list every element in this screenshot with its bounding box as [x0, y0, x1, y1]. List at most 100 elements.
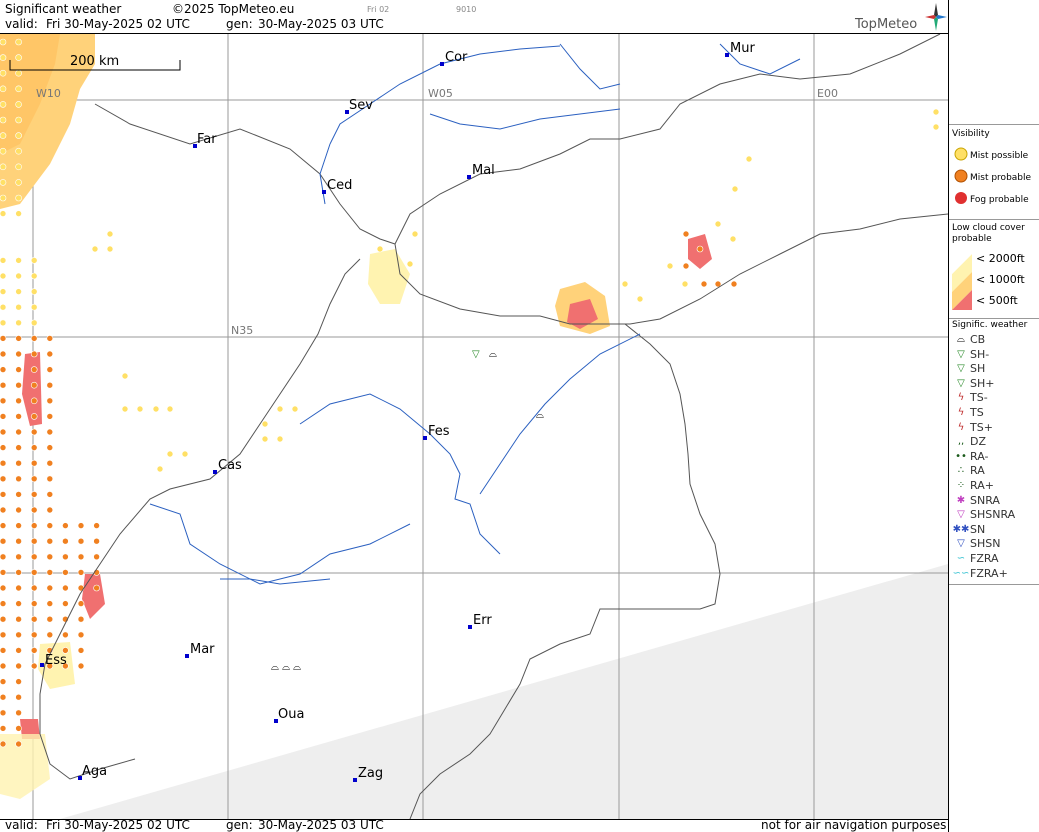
mist-dot	[682, 262, 690, 270]
tiny-code: 9010	[456, 5, 477, 14]
mist-dot	[62, 569, 69, 576]
valid-label: valid:	[5, 17, 38, 31]
mist-dot	[0, 693, 7, 701]
valid-value: Fri 30-May-2025 02 UTC	[46, 17, 190, 31]
mist-dot	[46, 569, 54, 576]
sigwx-code: RA	[970, 464, 985, 478]
legend-fog-probable: Fog probable	[952, 191, 1029, 208]
mist-dot	[136, 405, 144, 413]
sigwx-code: SHSN	[970, 537, 1001, 551]
mist-dot	[0, 475, 7, 483]
mist-dot	[0, 615, 7, 623]
mist-dot	[0, 553, 7, 561]
mist-dot	[30, 366, 38, 373]
legend-mist-probable: Mist probable	[952, 169, 1031, 186]
mist-dot	[30, 413, 38, 420]
mist-dot	[106, 230, 114, 238]
city-mar: Mar	[190, 642, 215, 657]
mist-dot	[15, 101, 22, 108]
sigwx-code: FZRA+	[970, 566, 1008, 580]
mist-dot	[30, 491, 38, 498]
gen-value: 30-May-2025 03 UTC	[258, 17, 384, 31]
weather-map[interactable]: 200 km W10 W05 E00 N35 Cor Mur Sev Far M…	[0, 33, 948, 820]
mist-dot	[46, 459, 54, 467]
mist-dot	[15, 725, 22, 732]
sigwx-code: SNRA	[970, 493, 1000, 507]
mist-dot	[156, 465, 164, 473]
gen-label: gen:	[226, 17, 253, 31]
mist-dot	[0, 38, 7, 46]
mist-dot	[15, 647, 22, 654]
mist-dot	[62, 522, 69, 529]
mist-dot	[15, 381, 22, 389]
mist-dot	[0, 725, 7, 732]
mist-dot	[15, 288, 22, 295]
mist-dot	[0, 631, 7, 639]
mist-dot	[15, 444, 22, 451]
sigwx-code: TS	[970, 406, 984, 419]
mist-dot	[729, 235, 737, 243]
mist-dot	[0, 522, 7, 529]
rain-light-icon: ••	[955, 450, 967, 462]
legend-sigwx-row: ∴ RA	[952, 464, 985, 477]
mist-dot	[681, 280, 689, 288]
mist-dot	[0, 366, 7, 373]
mist-dot	[700, 280, 708, 288]
sigwx-section: Signific. weather ⌓ CB ▽ SH- ▽ SH ▽ SH+ ϟ TS-ϟ TS ϟ…	[949, 318, 1039, 585]
disclaimer: not for air navigation purposes	[761, 818, 947, 832]
mist-dot	[15, 54, 22, 61]
mist-dot	[30, 475, 38, 483]
mist-dot	[77, 553, 85, 561]
sigwx-code: TS+	[970, 420, 993, 434]
mist-dot	[0, 709, 7, 717]
mist-dot	[15, 413, 22, 420]
legend-sigwx-row: •• RA-	[952, 450, 988, 463]
lc-500: < 500ft	[976, 294, 1018, 307]
chart-title: Significant weather	[5, 2, 122, 16]
mist-dot	[121, 372, 129, 380]
legend-sigwx-row: ϟ TS	[952, 406, 984, 419]
mist-dot	[15, 163, 22, 171]
shower-heavy-icon: ▽	[957, 377, 965, 389]
sigwx-code: SHSNRA	[970, 508, 1016, 522]
shower-light-icon: ▽	[957, 348, 965, 360]
mist-dot	[91, 245, 99, 253]
mist-dot	[714, 220, 722, 228]
mist-dot	[0, 584, 7, 592]
low-cloud-section: Low cloud cover probable < 2000ft < 1000…	[949, 219, 1039, 318]
mist-dot	[0, 147, 7, 155]
mist-dot	[932, 108, 940, 116]
cb-icon: ⌓	[957, 334, 965, 345]
mist-dot	[30, 350, 38, 358]
lowcloud-title: Low cloud cover probable	[952, 223, 1025, 244]
visibility-section: Visibility Mist possible Mist probable F…	[949, 124, 1039, 219]
mist-dot	[77, 569, 85, 576]
mist-dot	[15, 179, 22, 186]
sigwx-code: TS-	[970, 391, 988, 405]
mist-dot	[0, 491, 7, 498]
mist-dot	[15, 303, 22, 311]
mist-dot	[15, 350, 22, 358]
mist-dot	[15, 397, 22, 405]
mist-dot	[46, 537, 54, 545]
mist-dot	[682, 230, 690, 238]
mist-dot	[0, 257, 7, 264]
snow-rain-icon: ✱	[956, 494, 966, 506]
mist-dot	[0, 101, 7, 108]
sigwx-code: CB	[970, 333, 986, 346]
legend-sigwx-row: ,, DZ	[952, 435, 986, 448]
mist-dot	[77, 662, 85, 670]
legend-sigwx-row: ✱ SNRA	[952, 494, 1000, 507]
city-oua: Oua	[278, 707, 304, 722]
mist-dot	[93, 537, 100, 545]
mist-dot	[0, 335, 7, 342]
mist-dot	[15, 709, 22, 717]
mist-dot	[0, 163, 7, 171]
mist-dot	[261, 435, 269, 443]
mist-dot	[15, 491, 22, 498]
mist-dot	[30, 303, 38, 311]
city-sev: Sev	[349, 98, 373, 113]
outside-domain-area	[60, 564, 948, 819]
sigwx-code: SH-	[970, 347, 990, 361]
mist-dot	[0, 428, 7, 436]
